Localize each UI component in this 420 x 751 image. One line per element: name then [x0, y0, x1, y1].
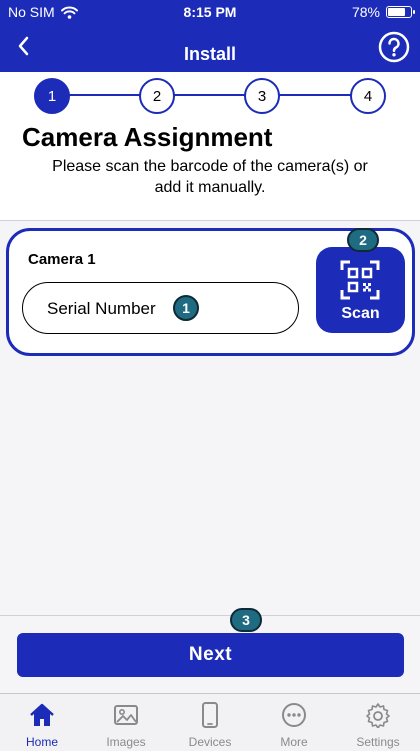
- page-subtitle: Please scan the barcode of the camera(s)…: [20, 156, 400, 198]
- step-2: 2: [139, 78, 175, 114]
- step-3: 3: [244, 78, 280, 114]
- settings-icon: [366, 703, 390, 728]
- tab-home-label: Home: [25, 735, 58, 749]
- callout-badge-2: 2: [347, 228, 379, 252]
- stepper-line: [53, 94, 368, 96]
- step-4: 4: [350, 78, 386, 114]
- callout-badge-3: 3: [230, 608, 262, 632]
- devices-icon: [202, 702, 218, 728]
- tab-home[interactable]: Home: [0, 694, 84, 751]
- home-icon: [30, 703, 54, 726]
- tab-more[interactable]: More: [252, 694, 336, 751]
- tab-devices[interactable]: Devices: [168, 694, 252, 751]
- tab-more-label: More: [280, 735, 308, 749]
- callout-badge-1: 1: [173, 295, 199, 321]
- nav-title: Install: [183, 44, 236, 64]
- next-button[interactable]: Next: [17, 633, 404, 677]
- tab-images-label: Images: [106, 735, 146, 749]
- camera-label: Camera 1: [28, 251, 96, 268]
- step-1: 1: [34, 78, 70, 114]
- tab-settings[interactable]: Settings: [336, 694, 420, 751]
- scan-button[interactable]: Scan: [316, 247, 405, 333]
- tab-images[interactable]: Images: [84, 694, 168, 751]
- subtitle-line-1: Please scan the barcode of the camera(s)…: [52, 158, 368, 175]
- battery-percent: 78%: [351, 4, 380, 20]
- app-header: No SIM 8:15 PM 78% Install: [0, 0, 420, 72]
- subtitle-line-2: add it manually.: [154, 179, 266, 196]
- tab-devices-label: Devices: [188, 735, 232, 749]
- tab-settings-label: Settings: [356, 735, 400, 749]
- page-title: Camera Assignment: [22, 122, 273, 152]
- status-bar: No SIM 8:15 PM 78%: [0, 0, 420, 24]
- intro-divider: [0, 220, 420, 221]
- status-right: 78%: [351, 4, 415, 20]
- footer-divider: [0, 615, 420, 616]
- more-icon: [282, 703, 306, 727]
- battery-icon: [386, 6, 415, 18]
- help-icon[interactable]: [378, 31, 410, 63]
- scan-label: Scan: [341, 305, 380, 322]
- images-icon: [114, 705, 138, 725]
- serial-number-placeholder: Serial Number: [47, 299, 156, 318]
- qr-scan-icon: [340, 260, 380, 300]
- tab-bar: Home Images Devices More Settings: [0, 693, 420, 751]
- battery-fill: [388, 8, 406, 16]
